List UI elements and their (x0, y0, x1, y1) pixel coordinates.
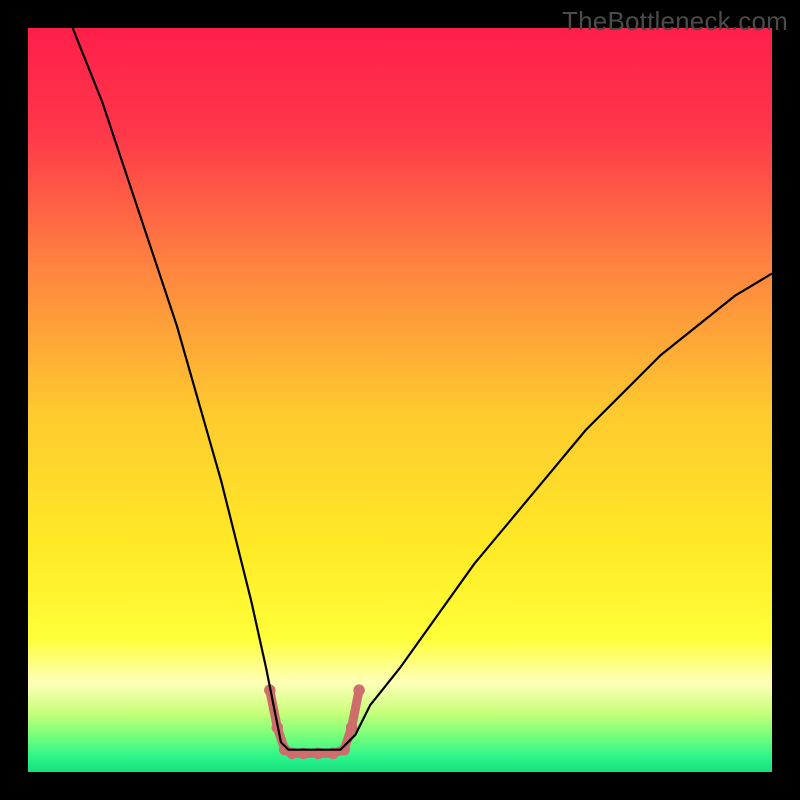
bottleneck-chart (28, 28, 772, 772)
series-point-optimal-zone (353, 684, 364, 695)
series-point-optimal-zone (346, 722, 357, 733)
watermark-label: TheBottleneck.com (562, 6, 788, 37)
chart-frame: TheBottleneck.com (0, 0, 800, 800)
chart-background (28, 28, 772, 772)
